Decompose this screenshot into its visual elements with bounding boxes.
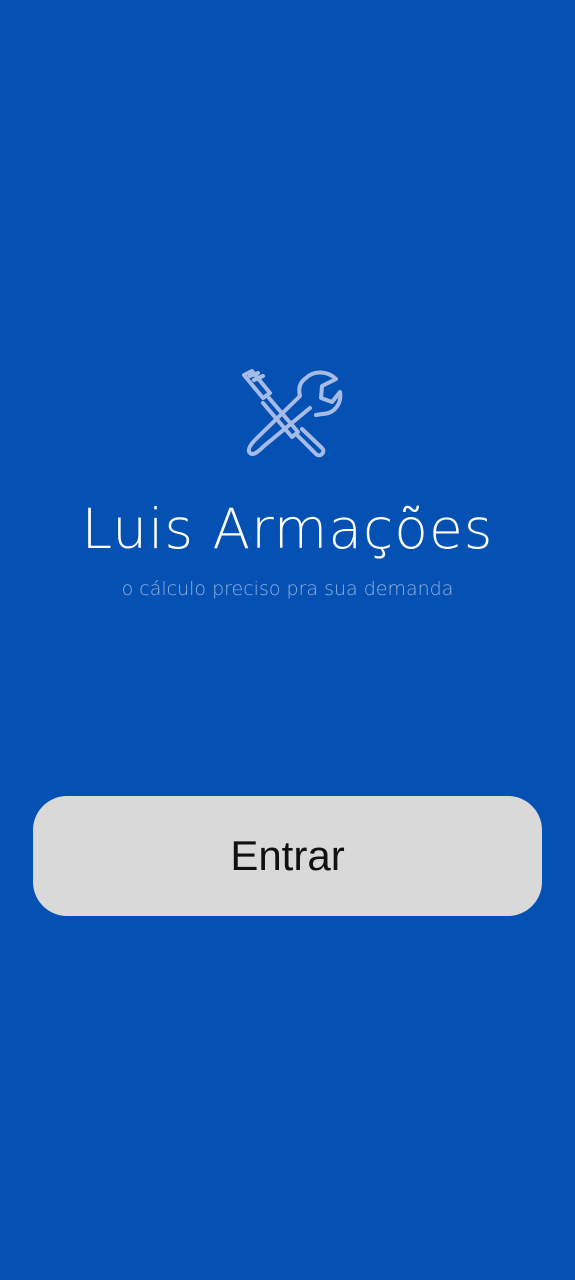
tools-icon xyxy=(242,369,343,458)
app-tagline: o cálculo preciso pra sua demanda xyxy=(121,578,454,600)
enter-button[interactable]: Entrar xyxy=(33,796,542,916)
app-title: Luis Armações xyxy=(81,497,494,561)
